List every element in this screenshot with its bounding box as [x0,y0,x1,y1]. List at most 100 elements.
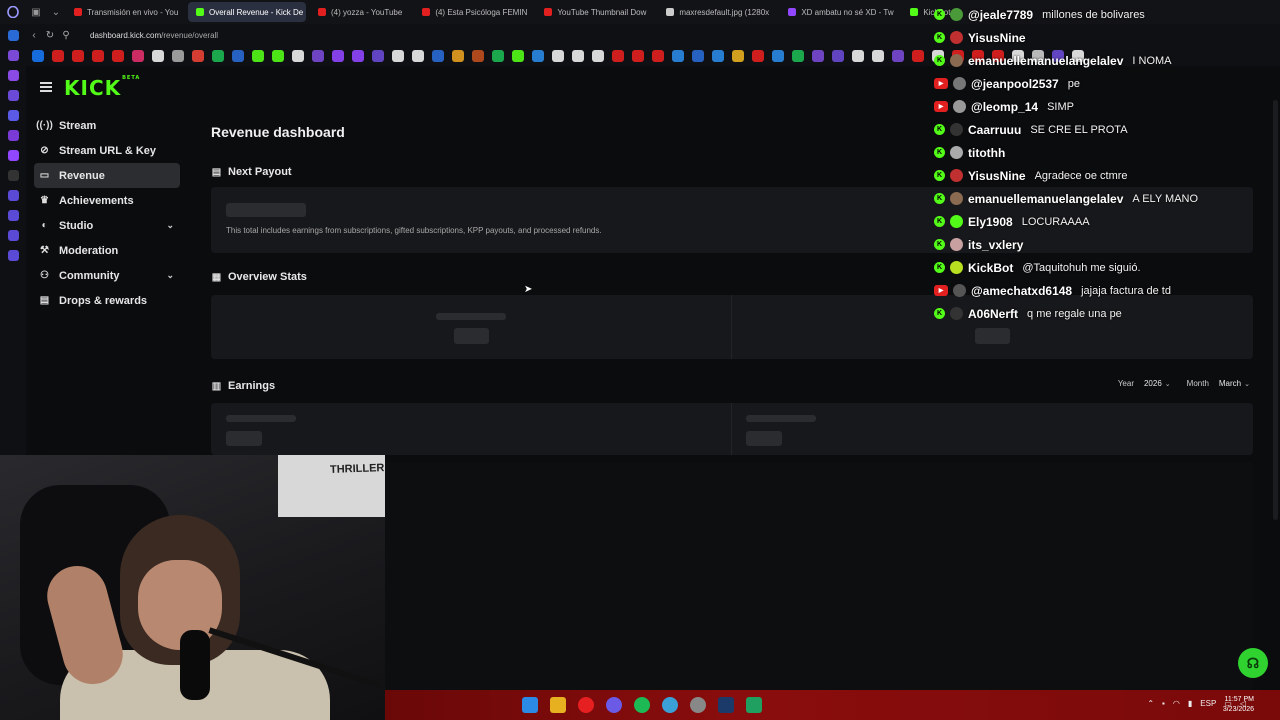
bookmark-icon[interactable] [352,50,364,62]
lock-icon[interactable]: ⚲ [58,30,74,41]
bookmark-icon[interactable] [92,50,104,62]
bookmark-icon[interactable] [332,50,344,62]
bookmark-icon[interactable] [192,50,204,62]
bookmark-icon[interactable] [132,50,144,62]
chat-username[interactable]: @jeale7789 [968,8,1033,22]
bookmark-icon[interactable] [512,50,524,62]
bookmark-icon[interactable] [552,50,564,62]
photoshop-icon[interactable] [718,697,734,713]
start-icon[interactable] [522,697,538,713]
chevron-down-icon[interactable]: ⌄ [166,270,174,281]
bookmark-icon[interactable] [32,50,44,62]
sidebar-item-stream-url-key[interactable]: ⊘ Stream URL & Key [34,138,180,163]
bookmark-icon[interactable] [812,50,824,62]
bookmark-icon[interactable] [252,50,264,62]
chat-username[interactable]: A06Nerft [968,307,1018,321]
chat-username[interactable]: its_vxlery [968,238,1023,252]
bookmark-icon[interactable] [872,50,884,62]
chat-username[interactable]: YisusNine [968,169,1026,183]
chat-username[interactable]: Ely1908 [968,215,1013,229]
file-explorer-icon[interactable] [550,697,566,713]
bookmark-icon[interactable] [472,50,484,62]
sidebar-item-moderation[interactable]: ⚒ Moderation [34,238,180,263]
bookmark-icon[interactable] [532,50,544,62]
clock[interactable]: 11:57 PM 3/23/2026 [1223,695,1254,715]
obs-icon[interactable] [690,697,706,713]
bookmark-icon[interactable] [852,50,864,62]
bookmark-icon[interactable] [732,50,744,62]
bookmark-icon[interactable] [292,50,304,62]
year-select[interactable]: 2026 ⌄ [1144,379,1171,388]
app-icon[interactable] [746,697,762,713]
chat-username[interactable]: @amechatxd6148 [971,284,1072,298]
sidebar-item-stream[interactable]: ((·)) Stream [34,113,180,138]
url-field[interactable]: dashboard.kick.com/revenue/overall [90,31,218,40]
x-icon[interactable] [7,170,19,181]
chat-username[interactable]: @jeanpool2537 [971,77,1059,91]
app-icon[interactable] [662,697,678,713]
bookmark-icon[interactable] [612,50,624,62]
chat-username[interactable]: emanuellemanuelangelalev [968,54,1123,68]
spotify-icon[interactable] [634,697,650,713]
bookmark-icon[interactable] [452,50,464,62]
sidebar-app-icon[interactable] [7,210,19,221]
browser-tab[interactable]: Transmisión en vivo - You [66,2,184,22]
sidebar-app-icon[interactable] [7,130,19,141]
sidebar-app-icon[interactable] [7,90,19,101]
bookmark-icon[interactable] [572,50,584,62]
chat-username[interactable]: titothh [968,146,1005,160]
sidebar-app-icon[interactable] [7,190,19,201]
bookmark-icon[interactable] [652,50,664,62]
chat-username[interactable]: KickBot [968,261,1013,275]
browser-tab[interactable]: (4) yozza - YouTube [310,2,410,22]
bookmark-icon[interactable] [272,50,284,62]
tray-app-icon[interactable]: ▪ [1162,699,1165,708]
chevron-down-icon[interactable]: ⌄ [166,220,174,231]
sidebar-item-achievements[interactable]: ♛ Achievements [34,188,180,213]
bookmark-icon[interactable] [672,50,684,62]
sidebar-app-icon[interactable] [7,50,19,61]
help-chat-button[interactable]: ☊ [1238,648,1268,678]
chevron-up-icon[interactable]: ⌃ [1147,699,1154,708]
tab-list-icon[interactable]: ⌄ [46,0,66,24]
bookmark-icon[interactable] [52,50,64,62]
bookmark-icon[interactable] [632,50,644,62]
bookmark-icon[interactable] [492,50,504,62]
bookmark-icon[interactable] [372,50,384,62]
bookmark-icon[interactable] [172,50,184,62]
bookmark-icon[interactable] [412,50,424,62]
chat-username[interactable]: YisusNine [968,31,1026,45]
bookmark-icon[interactable] [912,50,924,62]
kick-logo[interactable]: KICKBETA [64,75,140,100]
bookmark-icon[interactable] [712,50,724,62]
workspaces-icon[interactable]: ▣ [26,0,46,24]
chat-username[interactable]: @leomp_14 [971,100,1038,114]
bookmark-icon[interactable] [392,50,404,62]
chat-username[interactable]: emanuellemanuelangelalev [968,192,1123,206]
month-select[interactable]: March ⌄ [1219,379,1250,388]
sidebar-app-icon[interactable] [7,110,19,121]
browser-tab[interactable]: (4) Esta Psicóloga FEMIN [414,2,532,22]
wifi-icon[interactable]: ◠ [1173,699,1180,708]
opera-logo-icon[interactable] [0,0,26,24]
bookmark-icon[interactable] [152,50,164,62]
discord-icon[interactable] [606,697,622,713]
bookmark-icon[interactable] [312,50,324,62]
browser-tab[interactable]: YouTube Thumbnail Dow [536,2,654,22]
browser-tab[interactable]: maxresdefault.jpg (1280x [658,2,776,22]
bookmark-icon[interactable] [232,50,244,62]
bookmark-icon[interactable] [692,50,704,62]
browser-tab[interactable]: Overall Revenue - Kick De [188,2,306,22]
sidebar-app-icon[interactable] [7,230,19,241]
bookmark-icon[interactable] [592,50,604,62]
browser-tab[interactable]: XD ambatu no sé XD - Tw [780,2,898,22]
sidebar-item-revenue[interactable]: ▭ Revenue [34,163,180,188]
bookmark-icon[interactable] [112,50,124,62]
menu-icon[interactable] [40,80,52,94]
twitch-icon[interactable] [7,150,19,161]
back-icon[interactable]: ‹ [26,30,42,41]
bookmark-icon[interactable] [792,50,804,62]
sidebar-app-icon[interactable] [7,30,19,41]
bookmark-icon[interactable] [772,50,784,62]
language-indicator[interactable]: ESP [1200,699,1216,708]
